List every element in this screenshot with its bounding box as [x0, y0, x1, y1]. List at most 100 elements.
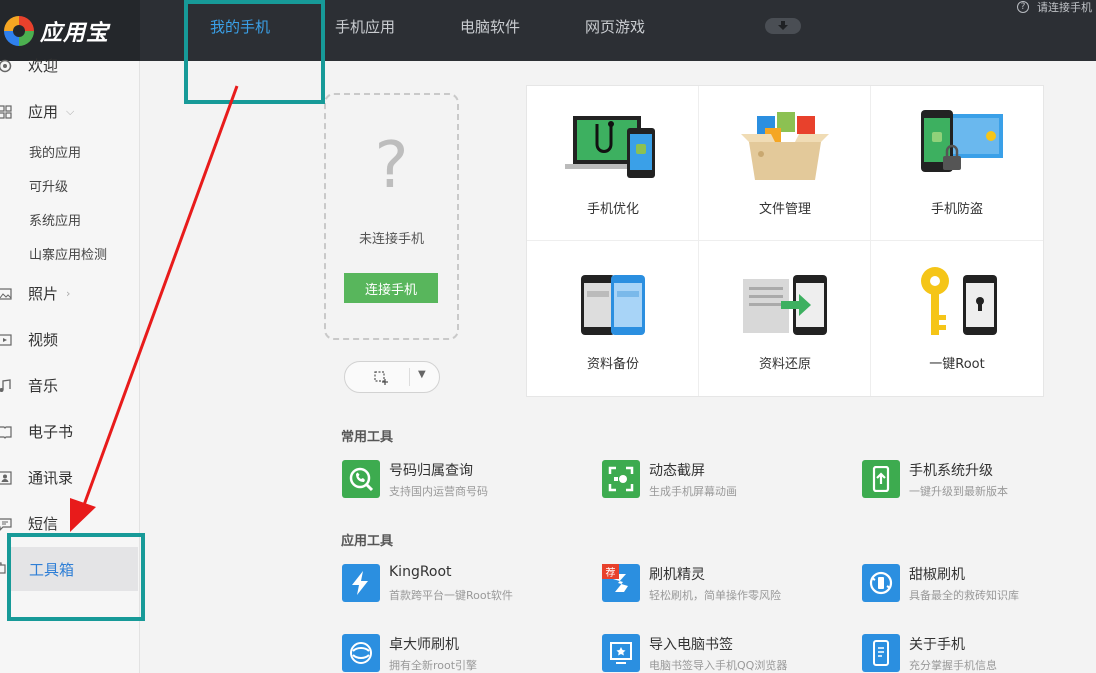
- screen-capture-icon: [602, 460, 640, 498]
- tool-desc: 拥有全新root引擎: [389, 659, 478, 672]
- logo: 应用宝: [0, 0, 140, 61]
- sidebar-item-music[interactable]: 音乐: [0, 375, 58, 396]
- tool-flash-genius[interactable]: 荐 刷机精灵 轻松刷机，简单操作零风险: [602, 564, 842, 606]
- highlight-box-toolbox: [7, 533, 145, 621]
- sidebar-item-video[interactable]: 视频: [0, 329, 58, 350]
- not-connected-label: 未连接手机: [358, 232, 424, 247]
- tool-dynamic-screenshot[interactable]: 动态截屏 生成手机屏幕动画: [602, 460, 842, 502]
- sidebar-item-label: 照片: [28, 285, 59, 303]
- sidebar-item-contacts[interactable]: 通讯录: [0, 467, 73, 488]
- tool-import-bookmarks[interactable]: 导入电脑书签 电脑书签导入手机QQ浏览器: [602, 634, 842, 673]
- tool-desc: 生成手机屏幕动画: [649, 485, 737, 498]
- contacts-icon: [0, 470, 12, 485]
- unknown-phone-icon: ?: [374, 129, 409, 203]
- feature-file-manager[interactable]: 文件管理: [699, 86, 871, 241]
- connect-phone-button[interactable]: 连接手机: [344, 273, 438, 303]
- toolbox-icon: [0, 561, 6, 575]
- feature-label: 手机优化: [586, 202, 639, 217]
- download-button[interactable]: [765, 18, 801, 34]
- tool-name: 甜椒刷机: [909, 567, 965, 583]
- music-icon: [0, 378, 12, 393]
- sidebar-subitem-my-apps[interactable]: 我的应用: [29, 142, 81, 161]
- lightning-icon: [342, 564, 380, 602]
- tool-zhuodashi-flash[interactable]: 卓大师刷机 拥有全新root引擎: [342, 634, 582, 673]
- video-icon: [0, 333, 12, 347]
- tool-name: 手机系统升级: [909, 463, 993, 479]
- sidebar-item-label: 欢迎: [28, 57, 59, 75]
- sidebar-subitem-upgradable[interactable]: 可升级: [29, 176, 68, 195]
- restore-icon: [743, 275, 827, 335]
- tab-web-games[interactable]: 网页游戏: [585, 16, 645, 37]
- feature-backup[interactable]: 资料备份: [527, 241, 699, 396]
- flash-genius-icon: 荐: [602, 564, 640, 602]
- feature-restore[interactable]: 资料还原: [699, 241, 871, 396]
- tool-name: 动态截屏: [649, 463, 705, 479]
- app-logo-icon: [4, 15, 34, 46]
- tool-system-upgrade[interactable]: 手机系统升级 一键升级到最新版本: [862, 460, 1096, 502]
- book-icon: [0, 425, 12, 439]
- connect-hint[interactable]: ? 请连接手机: [1017, 0, 1092, 14]
- sidebar-item-messages[interactable]: 短信: [0, 513, 58, 534]
- tool-number-lookup[interactable]: 号码归属查询 支持国内运营商号码: [342, 460, 582, 502]
- tool-desc: 具备最全的救砖知识库: [909, 589, 1019, 602]
- feature-label: 一键Root: [929, 357, 985, 372]
- tool-tianjiao-flash[interactable]: 甜椒刷机 具备最全的救砖知识库: [862, 564, 1096, 606]
- tab-pc-software[interactable]: 电脑软件: [460, 16, 520, 37]
- tool-kingroot[interactable]: KingRoot 首款跨平台一键Root软件: [342, 564, 582, 606]
- connect-hint-text: 请连接手机: [1037, 1, 1092, 14]
- app-window: 应用宝 我的手机 手机应用 电脑软件 网页游戏 ? 请连接手机 欢迎 应用 ⌵ …: [0, 0, 1096, 673]
- phone-status-card: ? 未连接手机 连接手机: [324, 93, 459, 340]
- swirl-icon: [342, 634, 380, 672]
- phone-info-icon: [862, 634, 900, 672]
- sidebar-item-label: 短信: [28, 515, 59, 533]
- feature-one-click-root[interactable]: 一键Root: [871, 241, 1043, 396]
- anti-theft-icon: [921, 110, 1003, 172]
- sidebar-item-label: 通讯录: [28, 469, 74, 487]
- download-icon: [778, 21, 788, 30]
- sidebar-item-label: 音乐: [28, 377, 59, 395]
- sidebar-item-label: 应用: [28, 103, 59, 121]
- tool-name: 关于手机: [909, 637, 965, 653]
- tool-name: 号码归属查询: [389, 463, 473, 479]
- feature-phone-optimize[interactable]: 手机优化: [527, 86, 699, 241]
- feature-label: 资料备份: [586, 357, 639, 372]
- tool-about-phone[interactable]: 关于手机 充分掌握手机信息: [862, 634, 1096, 673]
- caret-down-icon: ▼: [418, 369, 426, 380]
- welcome-icon: [0, 59, 12, 73]
- sidebar-subitem-fake-app-check[interactable]: 山寨应用检测: [29, 244, 107, 263]
- feature-label: 文件管理: [758, 202, 811, 217]
- app-title: 应用宝: [40, 20, 110, 46]
- refresh-phone-icon: [862, 564, 900, 602]
- backup-icon: [581, 275, 645, 335]
- tool-desc: 电脑书签导入手机QQ浏览器: [649, 659, 788, 672]
- tool-name: 刷机精灵: [649, 567, 705, 583]
- tool-name: 导入电脑书签: [649, 637, 733, 653]
- tool-name: 卓大师刷机: [389, 637, 459, 653]
- sidebar-item-apps[interactable]: 应用 ⌵: [0, 101, 74, 122]
- tool-desc: 一键升级到最新版本: [909, 485, 1008, 498]
- chevron-right-icon: ›: [66, 287, 71, 300]
- phone-search-icon: [342, 460, 380, 498]
- tab-phone-apps[interactable]: 手机应用: [335, 16, 395, 37]
- feature-grid: 手机优化 文件管理 手机防盗 资料备份 资料还原 一键Root: [526, 85, 1044, 397]
- phone-upgrade-icon: [862, 460, 900, 498]
- file-box-icon: [741, 112, 829, 180]
- chevron-down-icon: ⌵: [66, 104, 75, 118]
- sidebar-item-photos[interactable]: 照片 ›: [0, 283, 70, 304]
- phone-optimize-icon: [565, 116, 655, 178]
- message-icon: [0, 517, 12, 531]
- sidebar-subitem-system-apps[interactable]: 系统应用: [29, 210, 81, 229]
- sidebar-item-ebook[interactable]: 电子书: [0, 421, 73, 442]
- bookmark-icon: [602, 634, 640, 672]
- sidebar-item-welcome[interactable]: 欢迎: [0, 55, 58, 76]
- tool-name: KingRoot: [389, 564, 452, 580]
- grid-icon: [0, 104, 12, 119]
- help-icon: ?: [1017, 1, 1029, 13]
- sidebar-item-label: 视频: [28, 331, 59, 349]
- sidebar-item-label: 电子书: [28, 423, 74, 441]
- tool-desc: 支持国内运营商号码: [389, 485, 488, 498]
- section-common-tools: 常用工具: [341, 430, 394, 445]
- screenshot-dropdown[interactable]: ▼: [344, 361, 440, 393]
- highlight-box-my-phone-tab: [184, 0, 325, 104]
- feature-anti-theft[interactable]: 手机防盗: [871, 86, 1043, 241]
